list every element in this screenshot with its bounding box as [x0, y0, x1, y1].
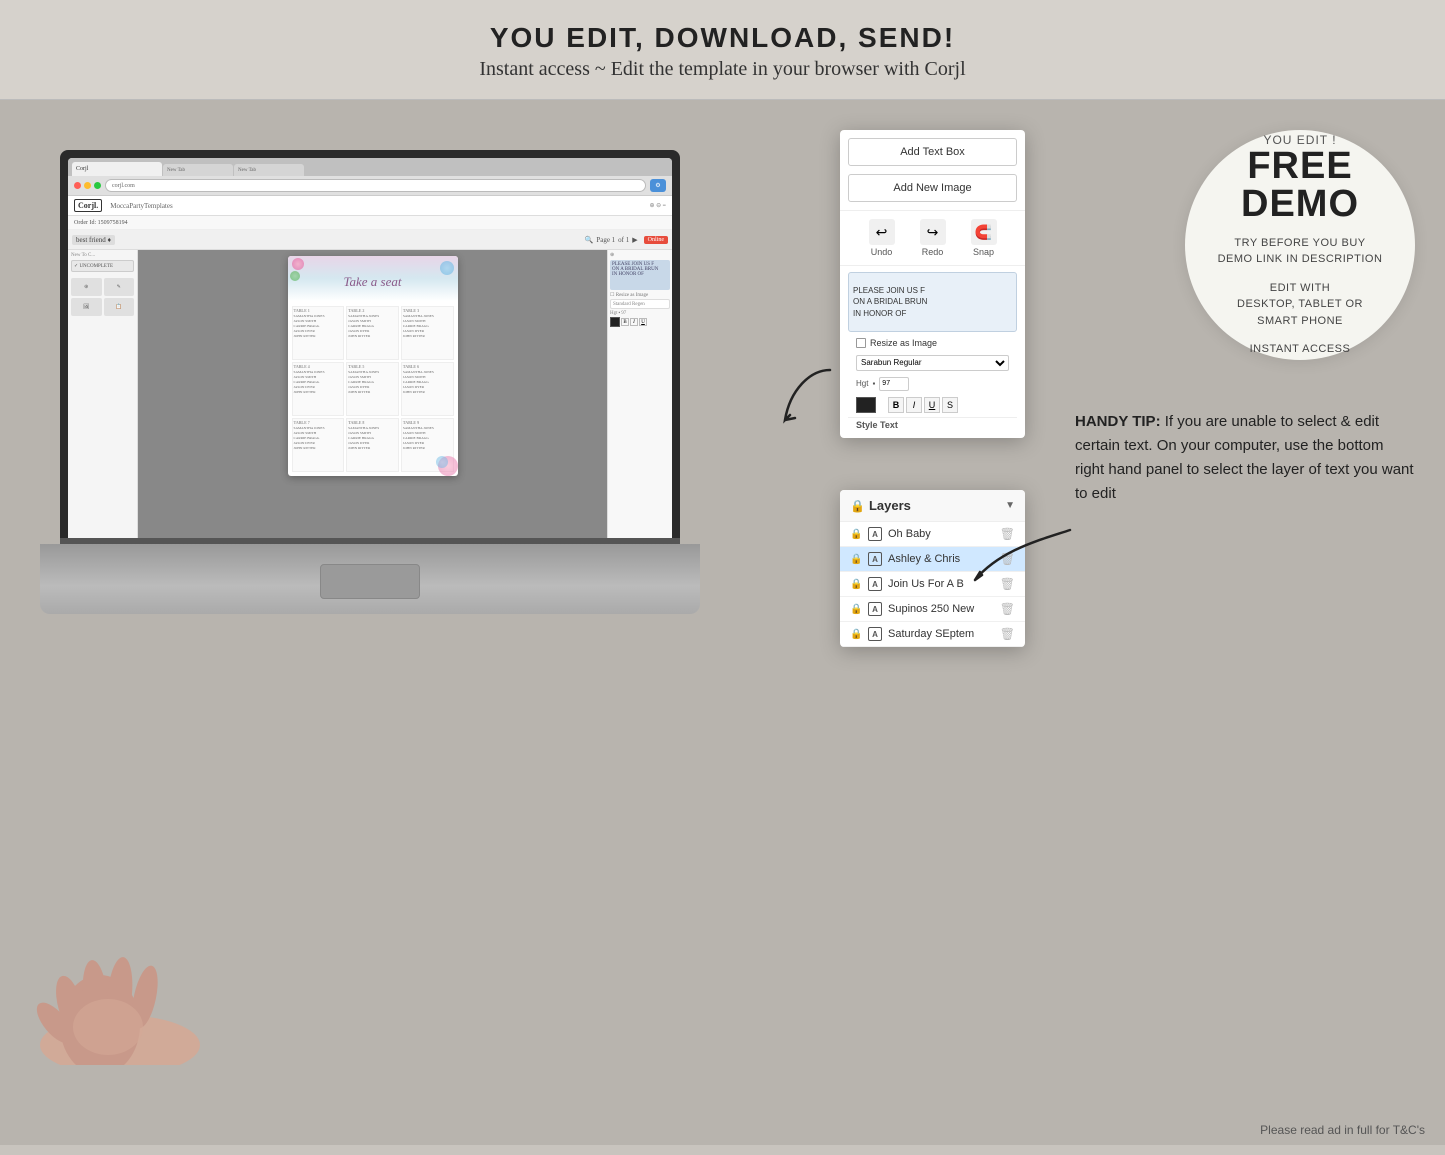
style-text-label: Style Text: [848, 417, 1017, 432]
layer-name-saturday: Saturday SEptem: [888, 628, 994, 640]
layers-title-text: Layers: [869, 498, 911, 513]
laptop-mockup: Corjl New Tab New Tab: [40, 150, 700, 630]
snap-label: Snap: [973, 247, 994, 257]
height-input[interactable]: [879, 377, 909, 391]
delete-icon-4[interactable]: 🗑: [1000, 602, 1015, 616]
size-divider: ▪: [872, 379, 875, 388]
lock-icon-3: 🔒: [850, 579, 862, 590]
zoom-controls: 🔍 Page 1 of 1 ▶: [585, 236, 638, 244]
demo-line3: EDIT WITH: [1270, 280, 1331, 297]
demo-line2: DEMO LINK IN DESCRIPTION: [1218, 251, 1383, 268]
browser-btn: ⚙: [650, 179, 666, 192]
color-swatch[interactable]: [856, 397, 876, 413]
footer-text: Please read ad in full for T&C's: [1260, 1123, 1425, 1137]
strikethrough-icon[interactable]: S: [942, 397, 958, 413]
layer-item-supinos[interactable]: 🔒 A Supinos 250 New 🗑: [840, 597, 1025, 622]
delete-icon-5[interactable]: 🗑: [1000, 627, 1015, 641]
browser-tab-3[interactable]: New Tab: [234, 164, 304, 176]
tool-btn-1[interactable]: best friend ♦: [72, 235, 115, 245]
color-row: B I U S: [848, 393, 1017, 417]
layer-type-1: A: [868, 527, 882, 541]
size-row: Hgt ▪: [848, 375, 1017, 393]
top-banner: YOU EDIT, DOWNLOAD, SEND! Instant access…: [0, 0, 1445, 100]
demo-line4: DESKTOP, TABLET OR: [1237, 296, 1363, 313]
resize-checkbox[interactable]: [856, 338, 866, 348]
panel-image-section: PLEASE JOIN US FON A BRIDAL BRUNIN HONOR…: [840, 265, 1025, 438]
snap-icon: 🧲: [971, 219, 997, 245]
arrow-1: [770, 360, 850, 440]
resize-label: Resize as Image: [870, 338, 937, 348]
layer-type-3: A: [868, 577, 882, 591]
handy-tip-section: HANDY TIP: If you are unable to select &…: [1075, 410, 1415, 506]
text-format-icons: B I U S: [880, 395, 966, 415]
arrow-2: [960, 520, 1080, 600]
seating-title: Take a seat: [288, 274, 458, 290]
size-label: Hgt: [856, 379, 868, 388]
lock-icon-5: 🔒: [850, 629, 862, 640]
select-row: Sarabun Regular: [848, 350, 1017, 375]
undo-icon: ↩: [869, 219, 895, 245]
demo-demo-text: DEMO: [1241, 185, 1359, 223]
status-badge: Online: [644, 236, 668, 244]
corjl-nav-btns: ⊕ ⊖ ≡: [650, 202, 666, 209]
undo-tool[interactable]: ↩ Undo: [869, 219, 895, 257]
bold-icon[interactable]: B: [888, 397, 904, 413]
browser-tab-2[interactable]: New Tab: [163, 164, 233, 176]
layer-type-5: A: [868, 627, 882, 641]
layers-chevron-icon[interactable]: ▼: [1005, 500, 1015, 511]
checkbox-row: Resize as Image: [848, 336, 1017, 350]
layers-title: 🔒 Layers: [850, 498, 911, 513]
free-demo-circle: YOU EDIT ! FREE DEMO TRY BEFORE YOU BUY …: [1185, 130, 1415, 360]
order-id-bar: Order Id: 1509758194: [68, 216, 672, 230]
layers-header: 🔒 Layers ▼: [840, 490, 1025, 522]
corjl-panel: Add Text Box Add New Image ↩ Undo ↪ Redo…: [840, 130, 1025, 438]
underline-icon[interactable]: U: [924, 397, 940, 413]
layer-name-supinos: Supinos 250 New: [888, 603, 994, 615]
browser-tab-1[interactable]: Corjl: [72, 162, 162, 176]
corjl-brand: MoccaPartyTemplates: [110, 202, 173, 210]
lock-icon-4: 🔒: [850, 604, 862, 615]
panel-tools: ↩ Undo ↪ Redo 🧲 Snap: [840, 210, 1025, 265]
undo-label: Undo: [871, 247, 893, 257]
image-preview: PLEASE JOIN US FON A BRIDAL BRUNIN HONOR…: [848, 272, 1017, 332]
main-area: Corjl New Tab New Tab: [0, 100, 1445, 1145]
demo-line6: INSTANT ACCESS: [1250, 341, 1351, 358]
footer: Please read ad in full for T&C's: [1260, 1123, 1425, 1137]
handy-tip-label: HANDY TIP:: [1075, 413, 1161, 430]
image-preview-text: PLEASE JOIN US FON A BRIDAL BRUNIN HONOR…: [853, 285, 927, 319]
redo-tool[interactable]: ↪ Redo: [920, 219, 946, 257]
add-new-image-button[interactable]: Add New Image: [848, 174, 1017, 202]
redo-icon: ↪: [920, 219, 946, 245]
lock-icon-2: 🔒: [850, 554, 862, 565]
demo-line5: SMART PHONE: [1257, 313, 1343, 330]
hand-illustration: [0, 865, 280, 1065]
font-select[interactable]: Sarabun Regular: [856, 355, 1009, 371]
layer-type-2: A: [868, 552, 882, 566]
layer-type-4: A: [868, 602, 882, 616]
banner-subtitle: Instant access ~ Edit the template in yo…: [0, 58, 1445, 81]
snap-tool[interactable]: 🧲 Snap: [971, 219, 997, 257]
redo-label: Redo: [922, 247, 944, 257]
banner-title: YOU EDIT, DOWNLOAD, SEND!: [0, 22, 1445, 54]
layer-item-saturday[interactable]: 🔒 A Saturday SEptem 🗑: [840, 622, 1025, 647]
demo-line1: TRY BEFORE YOU BUY: [1234, 235, 1365, 252]
corjl-logo: Corjl.: [74, 199, 102, 212]
demo-free-text: FREE: [1247, 147, 1352, 185]
italic-icon[interactable]: I: [906, 397, 922, 413]
lock-icon-1: 🔒: [850, 529, 862, 540]
add-text-box-button[interactable]: Add Text Box: [848, 138, 1017, 166]
url-bar[interactable]: corjl.com: [105, 179, 646, 192]
